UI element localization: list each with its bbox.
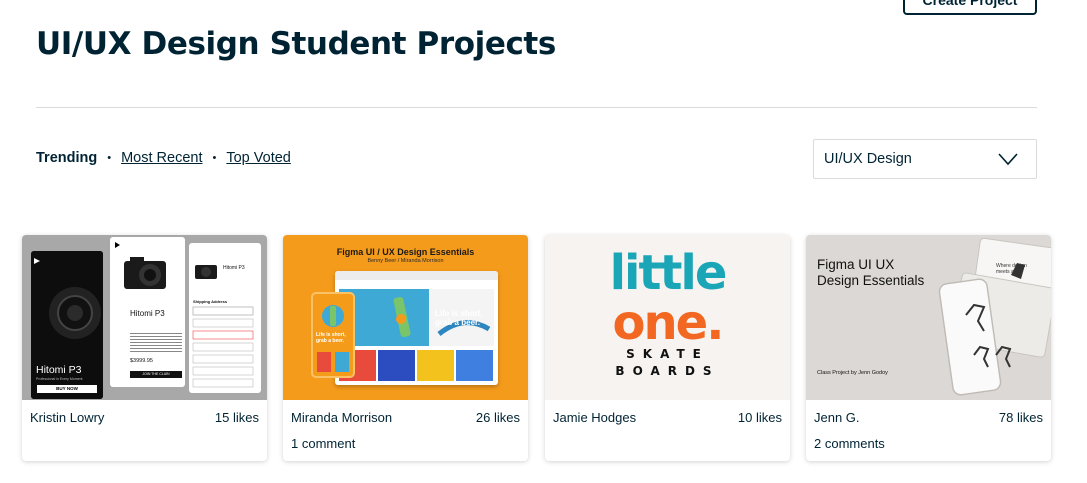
sort-most-recent[interactable]: Most Recent [121, 150, 202, 166]
thumbnail-credit: Class Project by Jenn Godoy [817, 370, 888, 376]
project-thumbnail: Hitomi P3 Professional in Every Moment B… [22, 235, 267, 400]
brand-text: Hitomi P3 [130, 309, 165, 318]
product-tile [417, 350, 454, 381]
phone-mockup: Hitomi P3 $3999.95 JOIN THE CLUB! [110, 237, 185, 387]
project-author[interactable]: Jenn G. [814, 410, 860, 425]
project-likes: 10 likes [737, 410, 782, 425]
browser-bar [335, 271, 498, 280]
project-author[interactable]: Jamie Hodges [553, 410, 636, 425]
hero-banner: Life is short, grab a beer. [339, 289, 494, 346]
brand-text: Hitomi P3 [223, 265, 245, 271]
separator-dot: • [212, 152, 217, 164]
project-likes: 15 likes [214, 410, 259, 425]
product-tile [378, 350, 415, 381]
page-title: UI/UX Design Student Projects [36, 26, 556, 62]
sort-tabs: Trending • Most Recent • Top Voted [36, 150, 291, 166]
tagline-text: Professional in Every Moment [36, 377, 83, 381]
logo-line-4: BOARDS [615, 364, 720, 378]
brand-text: Hitomi P3 [36, 364, 82, 376]
phone-mockup: Hitomi P3 Shipping Address [189, 243, 261, 393]
mobile-mockup: Life is short, grab a beer. [311, 292, 355, 378]
sort-top-voted[interactable]: Top Voted [226, 150, 291, 166]
category-select-value: UI/UX Design [824, 151, 912, 167]
thumbnail-title: Figma UI / UX Design Essentials [336, 247, 475, 257]
logo-line-1: little [609, 245, 728, 301]
category-select[interactable]: UI/UX Design [813, 139, 1037, 179]
project-likes: 26 likes [475, 410, 520, 425]
separator-dot: • [107, 152, 112, 164]
price-text: $3999.95 [130, 358, 153, 364]
phone-mockup: Hitomi P3 Professional in Every Moment B… [31, 251, 103, 399]
checkout-title: Shipping Address [193, 299, 228, 304]
project-thumbnail: Figma UI UX Design Essentials Where desi… [806, 235, 1051, 400]
project-card[interactable]: Figma UI / UX Design Essentials Benny Be… [283, 235, 528, 461]
thumbnail-subtitle: Benny Beer / Miranda Morrison [367, 258, 444, 264]
project-card[interactable]: little one. SKATE BOARDS Jamie Hodges 10… [545, 235, 790, 461]
join-button: JOIN THE CLUB! [130, 371, 182, 378]
hero-text: Where design meets art [996, 263, 1027, 275]
project-comments: 1 comment [291, 436, 356, 451]
browser-mockup: Life is short, grab a beer. [335, 271, 498, 385]
project-card[interactable]: Figma UI UX Design Essentials Where desi… [806, 235, 1051, 461]
project-author[interactable]: Miranda Morrison [291, 410, 392, 425]
description-text [130, 333, 182, 353]
logo-line-2: one. [612, 295, 725, 351]
mobile-hero-text: Life is short, grab a beer. [316, 332, 346, 344]
project-comments: 2 comments [814, 436, 885, 451]
project-author[interactable]: Kristin Lowry [30, 410, 104, 425]
project-card[interactable]: Hitomi P3 Professional in Every Moment B… [22, 235, 267, 461]
sort-trending[interactable]: Trending [36, 150, 97, 166]
product-tile [456, 350, 493, 381]
project-thumbnail: Figma UI / UX Design Essentials Benny Be… [283, 235, 528, 400]
logo-line-3: SKATE [626, 347, 709, 361]
create-project-button[interactable]: Create Project [903, 0, 1037, 15]
project-likes: 78 likes [998, 410, 1043, 425]
chevron-down-icon [998, 153, 1018, 166]
buy-now-button: BUY NOW [37, 385, 97, 393]
thumbnail-title: Figma UI UX Design Essentials [817, 257, 925, 289]
divider [36, 107, 1037, 108]
hero-text: Life is short, grab a beer. [435, 309, 483, 327]
project-thumbnail: little one. SKATE BOARDS [545, 235, 790, 400]
